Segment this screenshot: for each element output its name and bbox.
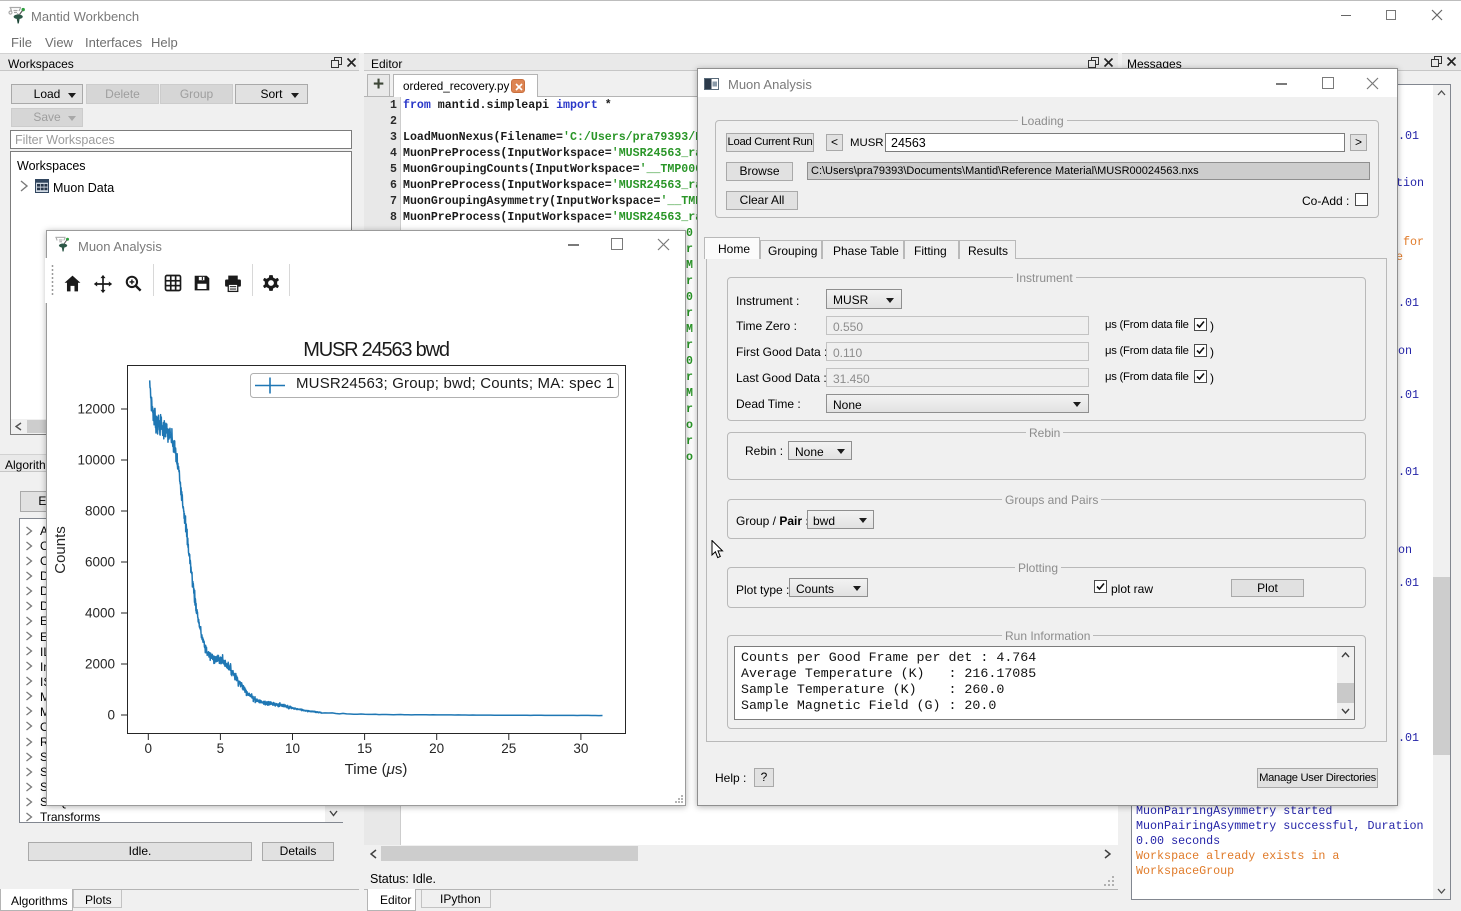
- svg-text:Counts: Counts: [52, 526, 69, 574]
- svg-text:6000: 6000: [85, 555, 115, 570]
- svg-text:25: 25: [501, 741, 516, 756]
- svg-text:4000: 4000: [85, 606, 115, 621]
- svg-text:2000: 2000: [85, 657, 115, 672]
- svg-text:8000: 8000: [85, 504, 115, 519]
- svg-text:15: 15: [357, 741, 372, 756]
- svg-text:Time (μs): Time (μs): [345, 761, 408, 778]
- svg-text:0: 0: [107, 708, 115, 723]
- svg-text:5: 5: [217, 741, 225, 756]
- svg-text:20: 20: [429, 741, 444, 756]
- svg-text:10000: 10000: [77, 453, 115, 468]
- svg-text:30: 30: [573, 741, 588, 756]
- svg-text:MUSR24563; Group; bwd; Counts;: MUSR24563; Group; bwd; Counts; MA: spec …: [296, 375, 614, 392]
- svg-text:0: 0: [145, 741, 153, 756]
- svg-text:12000: 12000: [77, 402, 115, 417]
- svg-text:10: 10: [285, 741, 300, 756]
